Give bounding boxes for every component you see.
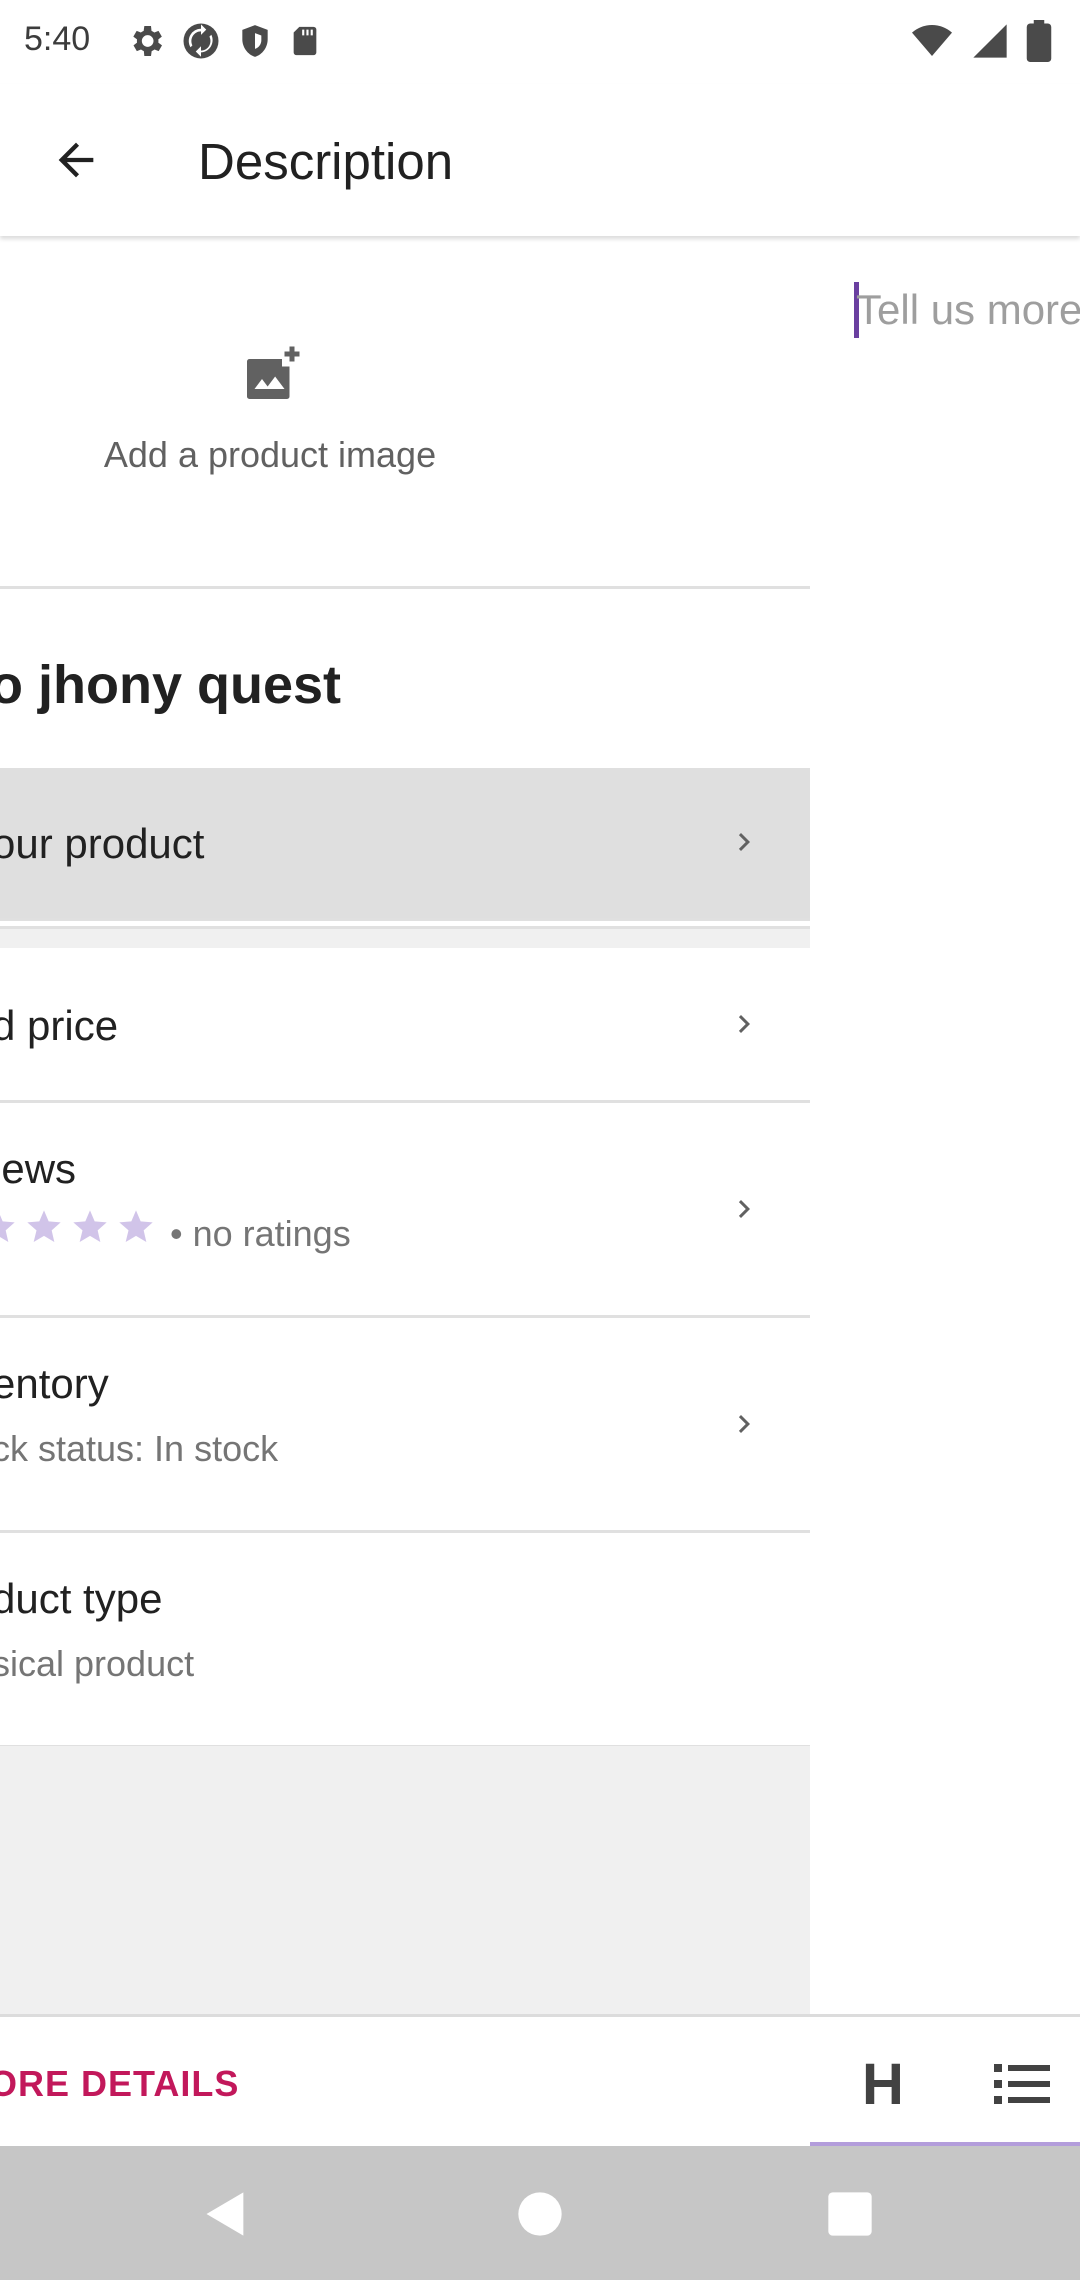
shield-icon — [242, 25, 268, 57]
add-image-label: Add a product image — [103, 434, 437, 475]
product-title: o jhony quest — [0, 655, 341, 715]
star-icon — [27, 1210, 61, 1242]
row-title: d price — [0, 1002, 119, 1049]
add-product-image-area[interactable]: Add a product image — [0, 236, 810, 589]
ratings-summary: • no ratings — [170, 1213, 351, 1254]
signal-icon — [973, 24, 1007, 58]
star-icon — [73, 1210, 107, 1242]
chevron-right-icon — [738, 1415, 750, 1433]
row-title: our product — [0, 820, 205, 867]
description-editor[interactable]: Tell us more — [810, 236, 1080, 2016]
arrow-back-icon — [58, 142, 94, 178]
nav-back-icon[interactable] — [200, 2188, 252, 2240]
heading-format-button[interactable]: H — [862, 2051, 904, 2118]
chevron-right-icon — [738, 833, 750, 851]
nav-home-icon[interactable] — [514, 2188, 566, 2240]
status-time: 5:40 — [24, 20, 91, 58]
row-subtitle: ck status: In stock — [0, 1428, 279, 1469]
row-title: iews — [0, 1145, 77, 1192]
row-title: entory — [0, 1360, 109, 1407]
describe-product-row[interactable]: our product — [0, 768, 810, 921]
star-icon — [0, 1215, 15, 1242]
wifi-icon — [912, 25, 952, 56]
settings-icon — [133, 26, 162, 56]
star-icon — [119, 1210, 153, 1242]
bottom-bar: IORE DETAILS H — [0, 2014, 1080, 2149]
rating-stars — [0, 1207, 156, 1247]
price-row[interactable]: d price — [0, 948, 810, 1103]
inventory-row[interactable]: entory ck status: In stock — [0, 1318, 810, 1533]
product-detail-panel: Add a product image o jhony quest our pr… — [0, 236, 810, 2016]
page-title: Description — [198, 133, 454, 190]
row-subtitle: sical product — [0, 1643, 195, 1684]
empty-space — [0, 1746, 810, 2016]
reviews-row[interactable]: iews • no ratings — [0, 1103, 810, 1318]
system-nav-bar — [0, 2146, 1080, 2280]
format-toolbar: H — [810, 2017, 1080, 2149]
description-placeholder: Tell us more — [856, 286, 1080, 333]
status-icons-left — [126, 20, 322, 62]
sync-icon — [183, 23, 219, 59]
back-button[interactable] — [40, 124, 112, 196]
battery-icon — [1026, 20, 1052, 62]
status-icons-right — [910, 20, 1052, 62]
product-type-row[interactable]: duct type sical product — [0, 1533, 810, 1748]
add-photo-icon — [247, 346, 300, 399]
nav-recents-icon[interactable] — [824, 2188, 876, 2240]
row-title: duct type — [0, 1575, 163, 1622]
more-details-button[interactable]: IORE DETAILS — [0, 2063, 239, 2105]
sd-card-icon — [293, 26, 317, 56]
chevron-right-icon — [738, 1015, 750, 1033]
bullet-list-icon[interactable] — [994, 2059, 1050, 2109]
chevron-right-icon — [738, 1200, 750, 1218]
app-bar: Description — [0, 84, 1080, 236]
status-bar: 5:40 — [0, 0, 1080, 84]
